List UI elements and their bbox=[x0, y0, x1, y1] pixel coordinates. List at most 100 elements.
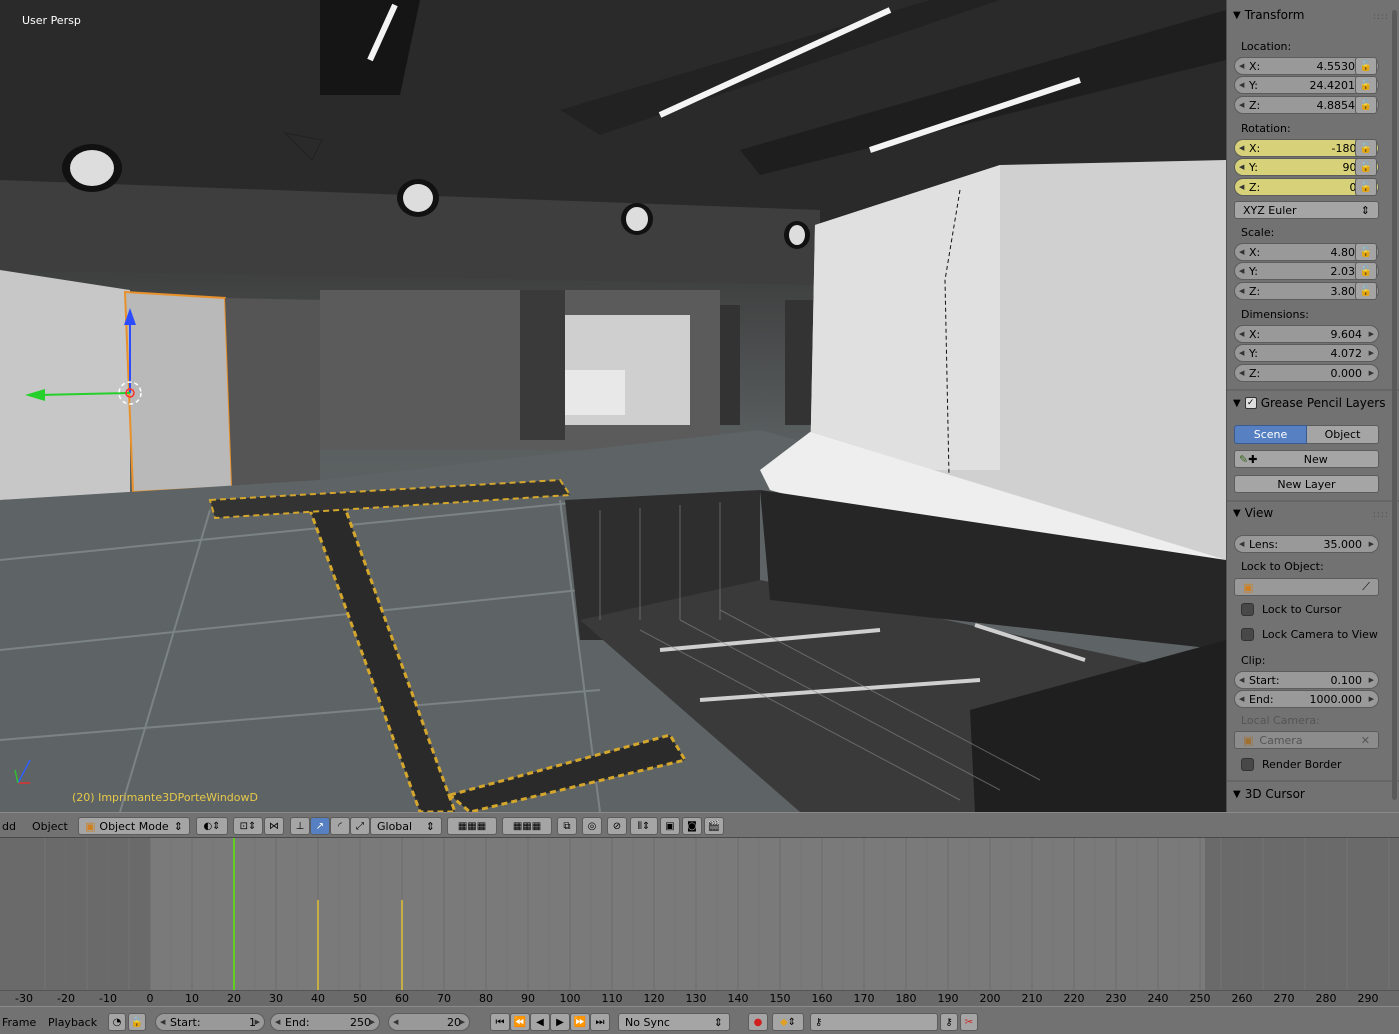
timeline-grid bbox=[23, 838, 1390, 990]
lock-icon[interactable]: 🔓 bbox=[1355, 262, 1377, 280]
translate-manipulator-icon[interactable]: ↗ bbox=[310, 817, 330, 835]
timeline-tick-label: 190 bbox=[937, 992, 959, 1005]
lock-icon[interactable]: 🔒 bbox=[128, 1013, 146, 1031]
clapperboard-icon[interactable]: 🎬 bbox=[704, 817, 724, 835]
snap-toggle-icon[interactable]: ⊘ bbox=[607, 817, 627, 835]
preview-range-icon[interactable]: ◔ bbox=[108, 1013, 126, 1031]
keying-mode-dropdown[interactable]: ◆ ⇕ bbox=[772, 1013, 804, 1031]
rotate-manipulator-icon[interactable]: ◜ bbox=[330, 817, 350, 835]
properties-panel[interactable]: ▼ Transform :::: Location: ◀X:4.55306▶ 🔓… bbox=[1226, 0, 1399, 812]
updown-arrows-icon: ⇕ bbox=[713, 1015, 723, 1029]
collapse-triangle-icon: ▼ bbox=[1233, 507, 1241, 519]
dimensions-x-field[interactable]: ◀ X: 9.604 ▶ bbox=[1234, 325, 1379, 343]
drag-grip-icon[interactable]: :::: bbox=[1373, 510, 1389, 520]
updown-arrows-icon: ⇕ bbox=[173, 819, 183, 833]
mode-dropdown[interactable]: ▣ Object Mode ⇕ bbox=[78, 817, 190, 835]
timeline-tick-label: -30 bbox=[15, 992, 33, 1005]
grease-pencil-panel-header[interactable]: ▼ ✓ Grease Pencil Layers bbox=[1233, 396, 1385, 410]
rotation-mode-dropdown[interactable]: XYZ Euler ⇕ bbox=[1234, 201, 1379, 219]
lock-icon[interactable]: 🔓 bbox=[1355, 76, 1377, 94]
clip-end-field[interactable]: ◀ End: 1000.000 ▶ bbox=[1234, 690, 1379, 708]
lock-icon[interactable]: 🔓 bbox=[1355, 57, 1377, 75]
insert-keyframe-icon[interactable]: ⚷ bbox=[940, 1013, 958, 1031]
lock-icon[interactable]: 🔓 bbox=[1355, 178, 1377, 196]
timeline-tick-label: 0 bbox=[146, 992, 154, 1005]
viewport-shading-dropdown[interactable]: ◐⇕ bbox=[196, 817, 228, 835]
dimensions-z-field[interactable]: ◀ Z: 0.000 ▶ bbox=[1234, 364, 1379, 382]
lock-camera-to-view-checkbox[interactable]: Lock Camera to View bbox=[1241, 628, 1378, 641]
eyedropper-icon[interactable]: ⟋ bbox=[1362, 580, 1370, 594]
clear-icon[interactable]: ✕ bbox=[1361, 734, 1370, 747]
jump-prev-keyframe-icon[interactable]: ⏪ bbox=[510, 1013, 530, 1031]
new-layer-button[interactable]: New Layer bbox=[1234, 475, 1379, 493]
lock-object-field[interactable]: ▣ ⟋ bbox=[1234, 578, 1379, 596]
jump-end-icon[interactable]: ⏭ bbox=[590, 1013, 610, 1031]
timeline-tick-label: 160 bbox=[811, 992, 833, 1005]
opengl-render-icon[interactable]: ▣ bbox=[660, 817, 680, 835]
proportional-edit-icon[interactable]: ◎ bbox=[582, 817, 602, 835]
timeline-tick-label: 170 bbox=[853, 992, 875, 1005]
enable-checkbox[interactable]: ✓ bbox=[1244, 397, 1257, 409]
panel-scrollbar[interactable] bbox=[1392, 10, 1397, 800]
dimensions-y-field[interactable]: ◀ Y: 4.072 ▶ bbox=[1234, 344, 1379, 362]
keying-set-field[interactable]: ⚷ bbox=[810, 1013, 938, 1031]
lens-field[interactable]: ◀ Lens: 35.000 ▶ bbox=[1234, 535, 1379, 553]
timeline-editor[interactable] bbox=[0, 838, 1399, 990]
3d-viewport[interactable]: User Persp (20) Imprimante3DPorteWindowD bbox=[0, 0, 1226, 812]
view-panel-header[interactable]: ▼ View bbox=[1233, 506, 1273, 520]
pivot-point-dropdown[interactable]: ⊡⇕ bbox=[233, 817, 263, 835]
current-frame-field[interactable]: ◀ 20 ▶ bbox=[388, 1013, 470, 1031]
play-icon[interactable]: ▶ bbox=[550, 1013, 570, 1031]
jump-start-icon[interactable]: ⏮ bbox=[490, 1013, 510, 1031]
lock-icon[interactable]: 🔓 bbox=[1355, 158, 1377, 176]
layers-grid-1[interactable]: ▦▦▦ bbox=[447, 817, 497, 835]
playback-menu[interactable]: Playback bbox=[48, 1013, 97, 1031]
render-border-checkbox[interactable]: Render Border bbox=[1241, 758, 1342, 771]
timeline-tick-label: 120 bbox=[643, 992, 665, 1005]
timeline-tick-label: 80 bbox=[479, 992, 493, 1005]
record-icon[interactable]: ● bbox=[748, 1013, 768, 1031]
layer-lock-icon[interactable]: ⧉ bbox=[557, 817, 577, 835]
clip-start-field[interactable]: ◀ Start: 0.100 ▶ bbox=[1234, 671, 1379, 689]
timeline-tick-label: 270 bbox=[1273, 992, 1295, 1005]
tab-scene[interactable]: Scene bbox=[1234, 425, 1307, 444]
jump-next-keyframe-icon[interactable]: ⏩ bbox=[570, 1013, 590, 1031]
camera-render-icon[interactable]: ◙ bbox=[682, 817, 702, 835]
layers-grid-2[interactable]: ▦▦▦ bbox=[502, 817, 552, 835]
frame-menu[interactable]: Frame bbox=[2, 1013, 36, 1031]
lock-icon[interactable]: 🔓 bbox=[1355, 282, 1377, 300]
timeline-tick-label: 250 bbox=[1189, 992, 1211, 1005]
timeline-ruler[interactable]: -30 -20 -10 0 10 20 30 40 50 60 70 80 90 100 110 120 130… bbox=[0, 990, 1399, 1006]
collapse-triangle-icon: ▼ bbox=[1233, 788, 1241, 800]
snap-element-dropdown[interactable]: ⫴⇕ bbox=[630, 817, 658, 835]
add-menu[interactable]: dd bbox=[2, 817, 16, 835]
panel-divider bbox=[1227, 389, 1399, 391]
cube-icon: ▣ bbox=[1243, 580, 1254, 594]
tab-object[interactable]: Object bbox=[1307, 425, 1379, 444]
object-menu[interactable]: Object bbox=[32, 817, 68, 835]
lock-icon[interactable]: 🔓 bbox=[1355, 96, 1377, 114]
sync-mode-dropdown[interactable]: No Sync ⇕ bbox=[618, 1013, 730, 1031]
lock-to-cursor-checkbox[interactable]: Lock to Cursor bbox=[1241, 603, 1341, 616]
delete-keyframe-icon[interactable]: ✂ bbox=[960, 1013, 978, 1031]
timeline-tick-label: 110 bbox=[601, 992, 623, 1005]
timeline-tick-label: 220 bbox=[1063, 992, 1085, 1005]
start-frame-field[interactable]: ◀ Start: 1 ▶ bbox=[155, 1013, 265, 1031]
timeline-tick-label: 150 bbox=[769, 992, 791, 1005]
grease-source-tabs[interactable]: Scene Object bbox=[1234, 425, 1379, 444]
local-camera-field[interactable]: ▣ Camera ✕ bbox=[1234, 731, 1379, 749]
drag-grip-icon[interactable]: :::: bbox=[1373, 12, 1389, 22]
3d-cursor-panel-header[interactable]: ▼ 3D Cursor bbox=[1233, 787, 1305, 801]
collapse-triangle-icon: ▼ bbox=[1233, 397, 1241, 409]
lock-icon[interactable]: 🔓 bbox=[1355, 243, 1377, 261]
scale-manipulator-icon[interactable]: ⤢ bbox=[350, 817, 370, 835]
transform-panel-header[interactable]: ▼ Transform bbox=[1233, 8, 1304, 22]
dimensions-label: Dimensions: bbox=[1241, 308, 1309, 321]
end-frame-field[interactable]: ◀ End: 250 ▶ bbox=[270, 1013, 380, 1031]
lock-icon[interactable]: 🔓 bbox=[1355, 139, 1377, 157]
transform-orientation-dropdown[interactable]: Global ⇕ bbox=[370, 817, 442, 835]
proportional-icon[interactable]: ⋈ bbox=[264, 817, 284, 835]
manipulator-toggle-icon[interactable]: ⊥ bbox=[290, 817, 310, 835]
play-reverse-icon[interactable]: ◀ bbox=[530, 1013, 550, 1031]
grease-new-button[interactable]: ✎ ✚ New bbox=[1234, 450, 1379, 468]
